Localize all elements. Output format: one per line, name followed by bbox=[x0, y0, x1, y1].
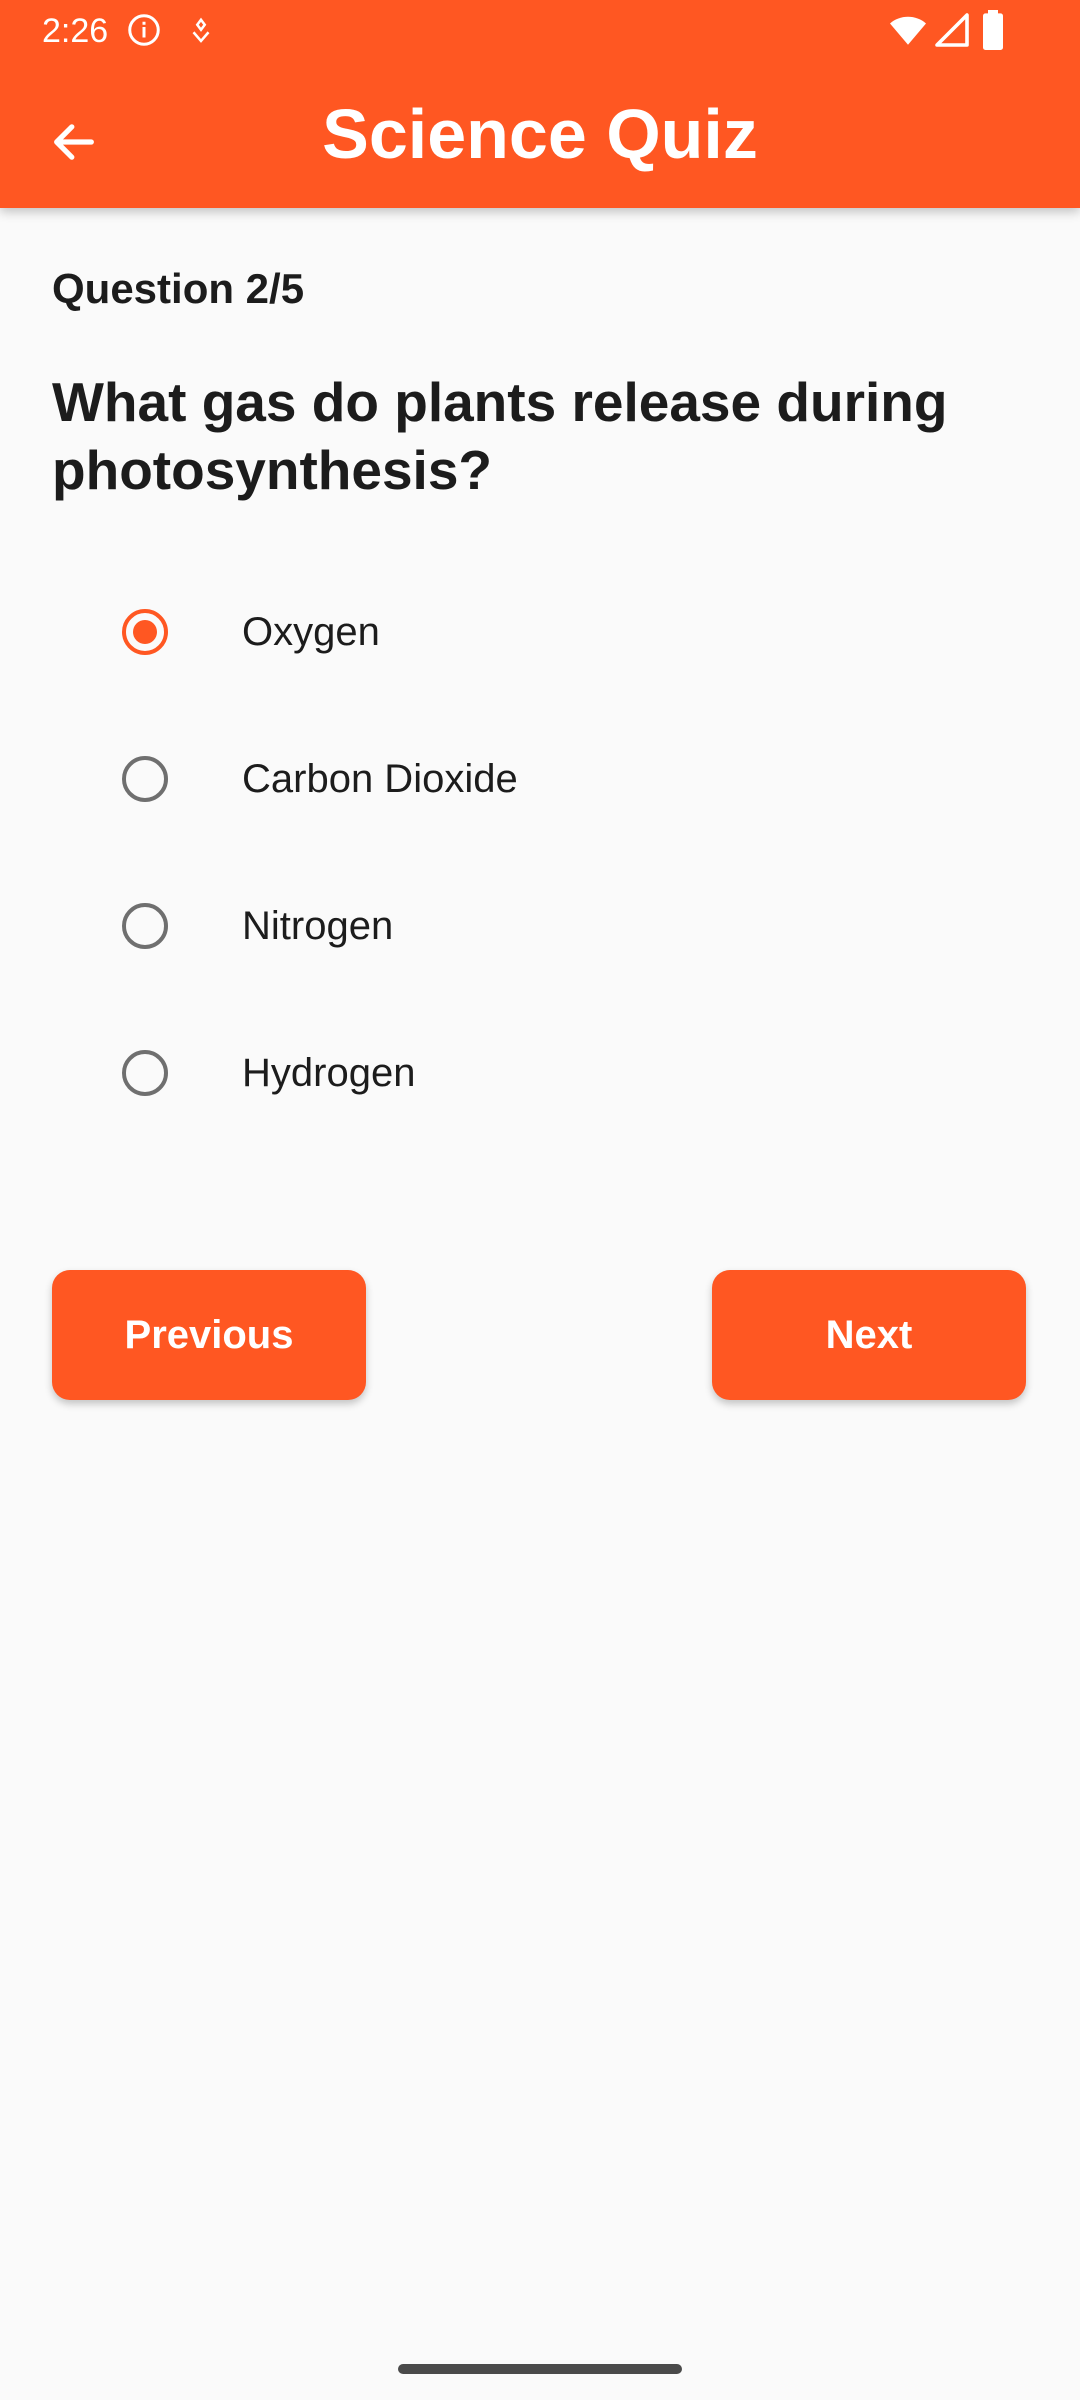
gesture-nav-handle[interactable] bbox=[398, 2364, 682, 2374]
app-bar: 2:26 Science Quiz bbox=[0, 0, 1080, 208]
option-label: Carbon Dioxide bbox=[242, 757, 518, 801]
question-counter: Question 2/5 bbox=[52, 265, 305, 312]
option-oxygen[interactable]: Oxygen bbox=[52, 571, 1028, 691]
info-icon bbox=[128, 14, 160, 46]
radio-button[interactable] bbox=[122, 903, 168, 949]
previous-button[interactable]: Previous bbox=[52, 1270, 366, 1400]
wifi-icon bbox=[890, 16, 926, 45]
question-text: What gas do plants release during photos… bbox=[52, 371, 948, 501]
notification-icon bbox=[192, 17, 210, 43]
battery-icon bbox=[983, 10, 1003, 50]
status-bar: 2:26 bbox=[0, 0, 1080, 62]
option-carbon-dioxide[interactable]: Carbon Dioxide bbox=[52, 718, 1028, 838]
radio-button[interactable] bbox=[122, 1050, 168, 1096]
radio-button[interactable] bbox=[122, 609, 168, 655]
option-nitrogen[interactable]: Nitrogen bbox=[52, 865, 1028, 985]
option-label: Oxygen bbox=[242, 610, 380, 654]
signal-icon bbox=[935, 13, 969, 47]
status-time: 2:26 bbox=[42, 12, 109, 50]
option-label: Nitrogen bbox=[242, 904, 394, 948]
option-hydrogen[interactable]: Hydrogen bbox=[52, 1012, 1028, 1132]
page-title: Science Quiz bbox=[322, 95, 758, 173]
radio-button[interactable] bbox=[122, 756, 168, 802]
toolbar: Science Quiz bbox=[0, 62, 1080, 208]
option-label: Hydrogen bbox=[242, 1051, 416, 1095]
next-button[interactable]: Next bbox=[712, 1270, 1026, 1400]
